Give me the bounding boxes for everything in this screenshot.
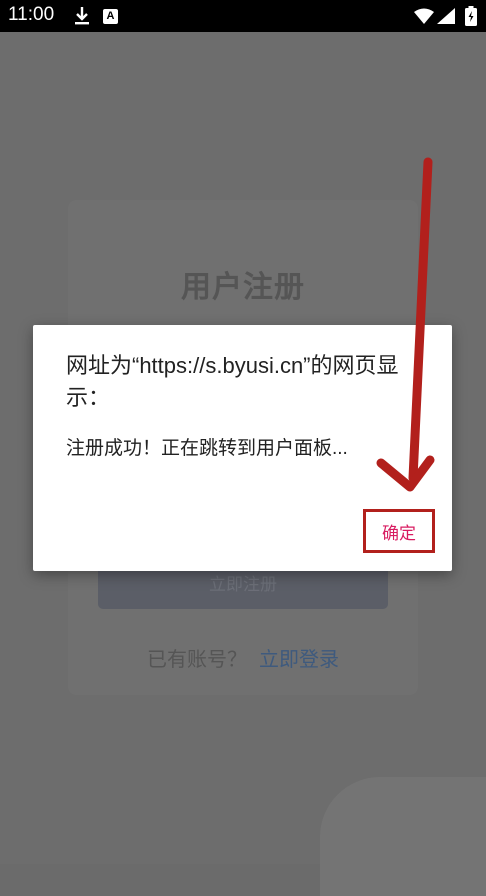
signal-icon (437, 8, 455, 28)
dialog-message: 注册成功！正在跳转到用户面板... (66, 438, 348, 459)
alert-dialog: 网址为“https://s.byusi.cn”的网页显示： 注册成功！正在跳转到… (33, 325, 452, 571)
login-link[interactable]: 立即登录 (259, 647, 339, 671)
ok-button[interactable]: 确定 (363, 509, 435, 553)
wifi-icon (414, 8, 434, 28)
battery-icon (465, 6, 477, 30)
login-prompt: 已有账号？ (147, 647, 247, 671)
status-bar: 11:00 A (0, 0, 486, 32)
login-row: 已有账号？ 立即登录 (0, 643, 486, 672)
register-title: 用户注册 (181, 270, 305, 305)
a-icon: A (103, 9, 118, 24)
download-icon (74, 6, 90, 30)
dialog-title: 网址为“https://s.byusi.cn”的网页显示： (66, 353, 399, 410)
status-time: 11:00 (8, 4, 55, 25)
background-corner (320, 777, 486, 896)
